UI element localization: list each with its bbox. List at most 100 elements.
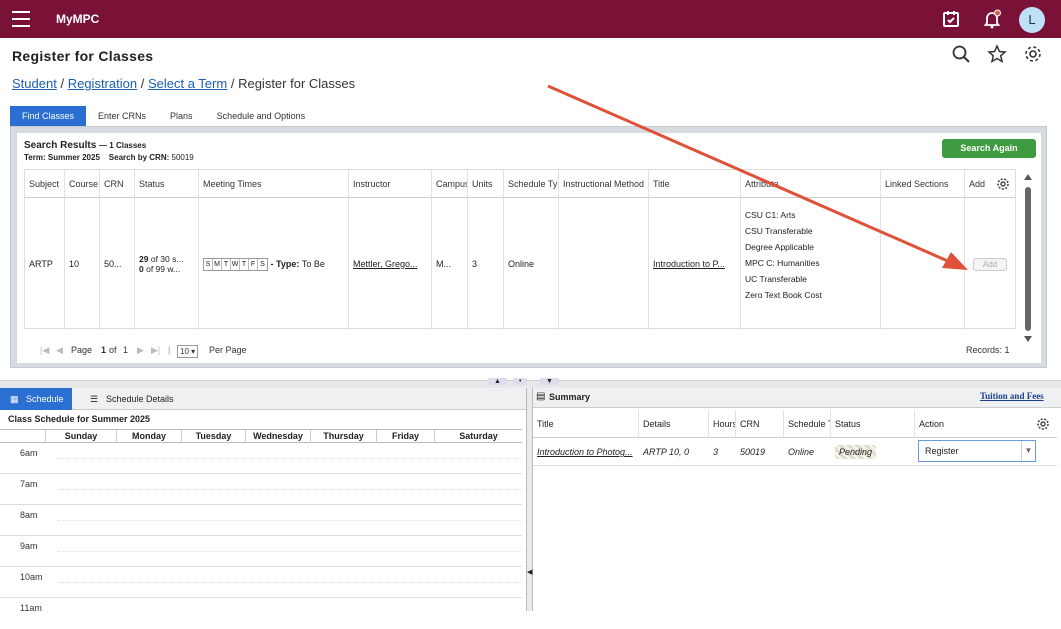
class-schedule-title: Class Schedule for Summer 2025: [8, 414, 151, 424]
chevron-down-icon[interactable]: ▼: [1021, 441, 1035, 461]
col-subject[interactable]: Subject: [25, 170, 65, 198]
col-linked-sections[interactable]: Linked Sections: [881, 170, 965, 198]
tab-schedule-options[interactable]: Schedule and Options: [205, 106, 318, 126]
per-page-select[interactable]: 10 ▾: [177, 345, 199, 358]
add-button[interactable]: Add: [973, 257, 1007, 271]
cell-units: 3: [468, 198, 504, 330]
col-course[interactable]: Course: [65, 170, 100, 198]
cell-crn: 50...: [100, 198, 135, 330]
schedule-tabs: ▦ Schedule ☰ Schedule Details: [0, 388, 526, 410]
action-select[interactable]: Register ▼: [918, 440, 1036, 462]
col-title[interactable]: Title: [649, 170, 741, 198]
hour-row: 8am: [0, 505, 522, 536]
search-again-button[interactable]: Search Again: [942, 139, 1036, 158]
sum-cell-crn: 50019: [740, 447, 766, 457]
cell-schedule-type: Online: [504, 198, 559, 330]
gear-icon[interactable]: [1023, 44, 1043, 64]
page-title: Register for Classes: [12, 48, 154, 64]
tuition-fees-link[interactable]: Tuition and Fees: [980, 391, 1044, 401]
summary-title-link[interactable]: Introduction to Photog...: [537, 447, 633, 457]
calendar-icon: ▦: [10, 394, 19, 404]
col-attribute[interactable]: Attribute: [741, 170, 881, 198]
search-icon[interactable]: [951, 44, 971, 64]
cell-attributes: CSU C1: Arts CSU Transferable Degree App…: [741, 198, 881, 330]
scroll-up-icon[interactable]: [1024, 173, 1032, 181]
pagination: |◀ ◀ Page 1 of 1 ▶ ▶| | 10 ▾ Per Page Re…: [40, 345, 1010, 358]
sum-col-details[interactable]: Details: [639, 410, 709, 438]
records-count: Records: 1: [966, 345, 1010, 355]
hour-row: 9am: [0, 536, 522, 567]
breadcrumb-select-term[interactable]: Select a Term: [148, 76, 227, 91]
sum-col-crn[interactable]: CRN: [736, 410, 784, 438]
grid-header: Subject Course CRN Status Meeting Times …: [25, 170, 1015, 198]
sum-col-hours[interactable]: Hours: [709, 410, 736, 438]
hour-row: 6am: [0, 443, 522, 474]
menu-icon[interactable]: [12, 11, 30, 27]
hour-row: 10am: [0, 567, 522, 598]
cell-meeting-times: SMTWTFS - Type: To Be: [199, 198, 349, 330]
hour-row: 11am: [20, 603, 42, 613]
breadcrumb-registration[interactable]: Registration: [68, 76, 137, 91]
breadcrumb: Student / Registration / Select a Term /…: [12, 76, 356, 91]
col-instructional-method[interactable]: Instructional Method: [559, 170, 649, 198]
notification-bell-icon[interactable]: [982, 9, 1002, 29]
col-campus[interactable]: Campus: [432, 170, 468, 198]
next-page-icon[interactable]: ▶: [137, 345, 144, 356]
search-results-panel: Search Results — 1 Classes Term: Summer …: [10, 126, 1047, 368]
col-meeting-times[interactable]: Meeting Times: [199, 170, 349, 198]
cell-instructional-method: [559, 198, 649, 330]
sum-col-title[interactable]: Title: [533, 410, 639, 438]
sum-cell-title: Introduction to Photog...: [533, 438, 637, 466]
breadcrumb-student[interactable]: Student: [12, 76, 57, 91]
col-add[interactable]: Add: [965, 170, 1017, 198]
summary-bar: ▤ Summary Tuition and Fees: [533, 388, 1061, 408]
grid-scrollbar[interactable]: [1024, 173, 1032, 343]
vertical-splitter[interactable]: ◀: [526, 388, 533, 611]
cell-add: Add: [965, 198, 1017, 330]
course-title-link[interactable]: Introduction to P...: [653, 259, 725, 269]
star-icon[interactable]: [987, 44, 1007, 64]
calendar-check-icon[interactable]: [941, 9, 961, 29]
sum-col-status[interactable]: Status: [831, 410, 915, 438]
cell-instructor: Mettler, Grego...: [349, 198, 432, 330]
col-crn[interactable]: CRN: [100, 170, 135, 198]
collapse-up-icon[interactable]: ▲: [488, 378, 507, 385]
collapse-down-icon[interactable]: ▼: [540, 378, 559, 385]
sum-col-action[interactable]: Action: [915, 410, 1057, 438]
cell-campus: M...: [432, 198, 468, 330]
search-results-title: Search Results — 1 Classes: [24, 140, 147, 151]
last-page-icon[interactable]: ▶|: [151, 345, 160, 356]
calendar-header: Sunday Monday Tuesday Wednesday Thursday…: [0, 429, 522, 443]
results-grid: Subject Course CRN Status Meeting Times …: [24, 169, 1017, 330]
cell-title: Introduction to P...: [649, 198, 741, 330]
hour-row: 7am: [0, 474, 522, 505]
page-number[interactable]: 1: [101, 345, 106, 355]
tab-find-classes[interactable]: Find Classes: [10, 106, 87, 126]
instructor-link[interactable]: Mettler, Grego...: [353, 259, 418, 269]
first-page-icon[interactable]: |◀: [40, 345, 49, 356]
col-status[interactable]: Status: [135, 170, 199, 198]
col-instructor[interactable]: Instructor: [349, 170, 432, 198]
top-bar: MyMPC L: [0, 0, 1061, 38]
grid-settings-gear-icon[interactable]: [997, 177, 1011, 191]
meeting-days: SMTWTFS: [203, 257, 268, 271]
cell-course: 10: [65, 198, 100, 330]
sum-col-schedule[interactable]: Schedule Type: [784, 410, 831, 438]
cell-linked-sections: [881, 198, 965, 330]
summary-settings-gear-icon[interactable]: [1037, 417, 1051, 431]
col-units[interactable]: Units: [468, 170, 504, 198]
tab-plans[interactable]: Plans: [158, 106, 205, 126]
panel-divider[interactable]: ▲ • ▼: [0, 378, 1061, 388]
cell-subject: ARTP: [25, 198, 65, 330]
tab-schedule[interactable]: ▦ Schedule: [0, 388, 72, 410]
brand-name[interactable]: MyMPC: [56, 12, 99, 26]
scroll-down-icon[interactable]: [1024, 335, 1032, 343]
prev-page-icon[interactable]: ◀: [56, 345, 63, 356]
col-schedule-type[interactable]: Schedule Type: [504, 170, 559, 198]
tab-schedule-details[interactable]: ☰ Schedule Details: [80, 388, 182, 410]
avatar[interactable]: L: [1019, 7, 1045, 33]
restore-icon[interactable]: •: [513, 378, 528, 385]
tab-enter-crns[interactable]: Enter CRNs: [86, 106, 158, 126]
breadcrumb-current: Register for Classes: [238, 76, 356, 91]
summary-icon: ▤: [536, 391, 546, 402]
